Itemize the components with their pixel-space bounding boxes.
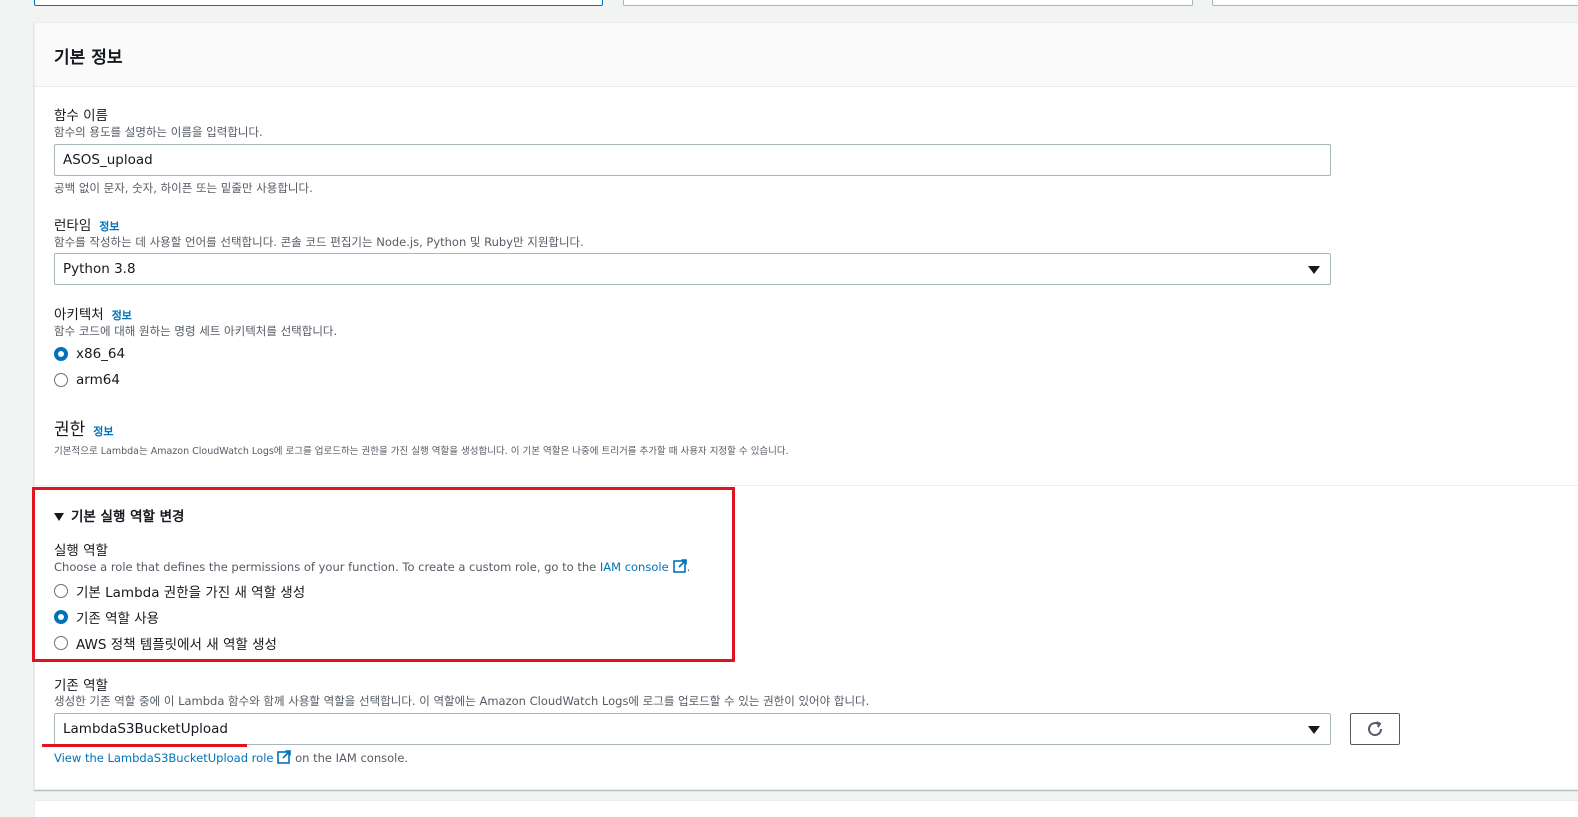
permissions-title-row: 권한 정보 bbox=[54, 415, 114, 440]
highlight-annotation-box bbox=[32, 487, 735, 662]
runtime-description: 함수를 작성하는 데 사용할 언어를 선택합니다. 콘솔 코드 편집기는 Nod… bbox=[54, 235, 584, 249]
view-role-row: View the LambdaS3BucketUpload role on th… bbox=[54, 750, 408, 765]
existing-role-description: 생성한 기존 역할 중에 이 Lambda 함수와 함께 사용할 역할을 선택합… bbox=[54, 694, 870, 708]
architecture-description: 함수 코드에 대해 원하는 명령 세트 아키텍처를 선택합니다. bbox=[54, 324, 338, 338]
runtime-label: 런타임 bbox=[54, 218, 92, 234]
function-name-input[interactable]: ASOS_upload bbox=[54, 144, 1331, 176]
runtime-label-row: 런타임 정보 bbox=[54, 214, 120, 234]
basic-info-panel: 기본 정보 bbox=[34, 22, 1578, 790]
chevron-down-icon bbox=[1308, 266, 1320, 274]
panel-title: 기본 정보 bbox=[54, 48, 123, 68]
highlight-underline bbox=[42, 744, 247, 747]
architecture-info-link[interactable]: 정보 bbox=[112, 309, 132, 322]
view-role-link[interactable]: View the LambdaS3BucketUpload role bbox=[54, 751, 273, 765]
view-role-suffix: on the IAM console. bbox=[291, 751, 409, 765]
section-divider bbox=[35, 485, 1578, 486]
permissions-title: 권한 bbox=[54, 420, 86, 440]
permissions-info-link[interactable]: 정보 bbox=[93, 425, 113, 438]
function-name-label: 함수 이름 bbox=[54, 108, 108, 124]
radio-unchecked-icon[interactable] bbox=[54, 373, 68, 387]
existing-role-select[interactable]: LambdaS3BucketUpload bbox=[54, 713, 1331, 745]
panel-header: 기본 정보 bbox=[35, 23, 1578, 87]
existing-role-value: LambdaS3BucketUpload bbox=[63, 721, 228, 737]
next-panel-edge bbox=[34, 800, 1578, 817]
runtime-value: Python 3.8 bbox=[63, 261, 136, 277]
top-option-card-3[interactable] bbox=[1212, 0, 1578, 6]
refresh-roles-button[interactable] bbox=[1350, 713, 1400, 745]
architecture-option-label: x86_64 bbox=[76, 346, 126, 362]
top-option-card-1[interactable] bbox=[34, 0, 603, 6]
architecture-label-row: 아키텍처 정보 bbox=[54, 303, 132, 323]
architecture-option-arm[interactable]: arm64 bbox=[54, 372, 120, 388]
top-option-card-2[interactable] bbox=[623, 0, 1193, 6]
refresh-icon bbox=[1368, 721, 1383, 737]
chevron-down-icon bbox=[1308, 726, 1320, 734]
runtime-select[interactable]: Python 3.8 bbox=[54, 253, 1331, 285]
function-name-hint: 공백 없이 문자, 숫자, 하이픈 또는 밑줄만 사용합니다. bbox=[54, 181, 313, 195]
function-name-description: 함수의 용도를 설명하는 이름을 입력합니다. bbox=[54, 125, 263, 139]
architecture-option-label: arm64 bbox=[76, 372, 120, 388]
architecture-label: 아키텍처 bbox=[54, 307, 104, 323]
existing-role-label: 기존 역할 bbox=[54, 678, 108, 694]
external-link-icon[interactable] bbox=[277, 750, 292, 764]
radio-checked-icon[interactable] bbox=[54, 347, 68, 361]
permissions-description: 기본적으로 Lambda는 Amazon CloudWatch Logs에 로그… bbox=[54, 446, 789, 457]
runtime-info-link[interactable]: 정보 bbox=[99, 220, 119, 233]
architecture-option-x86[interactable]: x86_64 bbox=[54, 346, 125, 362]
function-name-value: ASOS_upload bbox=[63, 152, 153, 168]
